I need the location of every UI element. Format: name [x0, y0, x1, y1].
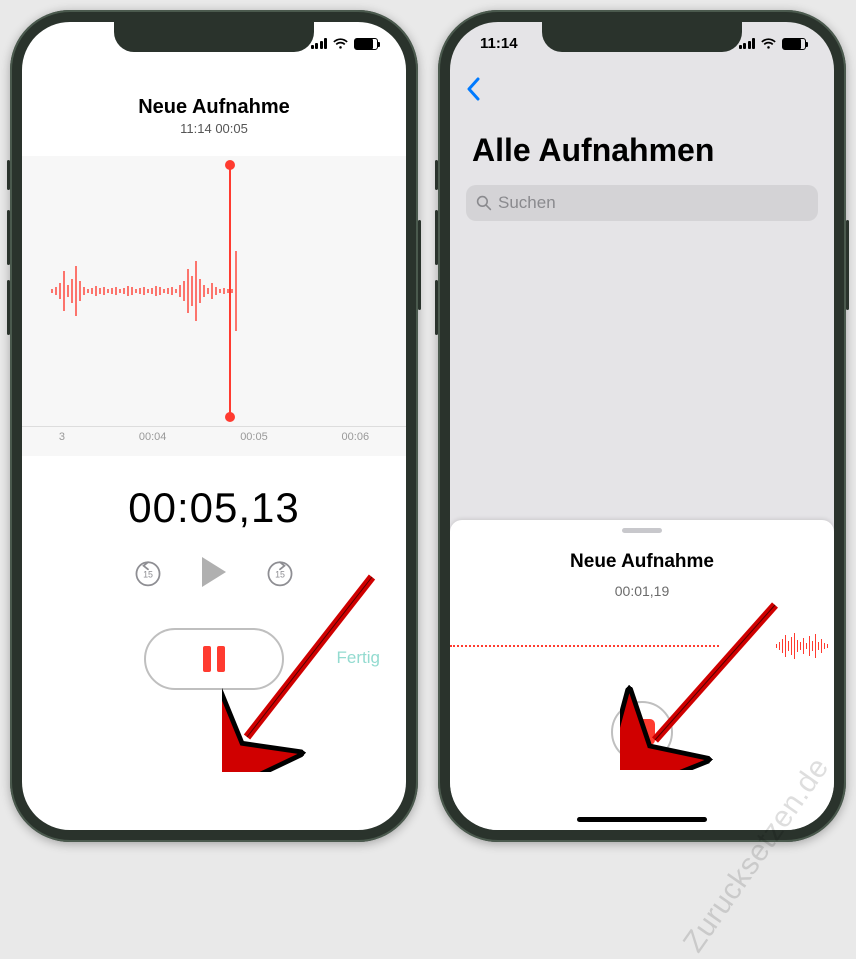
- play-button[interactable]: [202, 557, 226, 587]
- sheet-grabber[interactable]: [622, 528, 662, 533]
- wifi-icon: [332, 38, 349, 50]
- back-button[interactable]: [466, 76, 480, 108]
- sheet-recording-title: Neue Aufnahme: [570, 551, 714, 573]
- recording-title: Neue Aufnahme: [22, 96, 406, 119]
- skip-back-label: 15: [143, 569, 153, 579]
- battery-icon: [782, 38, 806, 50]
- notch: [114, 22, 314, 52]
- tick: 00:05: [240, 431, 268, 443]
- playhead[interactable]: [229, 164, 231, 418]
- done-button[interactable]: Fertig: [337, 648, 380, 668]
- search-icon: [476, 195, 492, 211]
- search-placeholder: Suchen: [498, 193, 556, 213]
- page-title: Alle Aufnahmen: [450, 102, 834, 179]
- search-input[interactable]: Suchen: [466, 185, 818, 221]
- cellular-icon: [739, 38, 756, 49]
- notch: [542, 22, 742, 52]
- timeline-ruler: 3 00:04 00:05 00:06: [22, 426, 406, 456]
- wifi-icon: [760, 38, 777, 50]
- phone-left: Neue Aufnahme 11:14 00:05: [10, 10, 418, 842]
- battery-icon: [354, 38, 378, 50]
- waveform-area[interactable]: 3 00:04 00:05 00:06: [22, 156, 406, 456]
- pause-button[interactable]: [144, 628, 284, 690]
- skip-back-button[interactable]: 15: [132, 556, 164, 588]
- screen-recording-detail: Neue Aufnahme 11:14 00:05: [22, 22, 406, 830]
- tick: 3: [59, 431, 65, 443]
- recording-subtitle: 11:14 00:05: [22, 121, 406, 136]
- tick: 00:06: [342, 431, 370, 443]
- pause-icon: [203, 646, 225, 672]
- phone-right: 11:14 Alle Aufnahmen Suchen Neue Aufnahm…: [438, 10, 846, 842]
- recording-bottom-sheet[interactable]: Neue Aufnahme 00:01,19: [450, 520, 834, 830]
- tick: 00:04: [139, 431, 167, 443]
- screen-recordings-list: 11:14 Alle Aufnahmen Suchen Neue Aufnahm…: [450, 22, 834, 830]
- skip-fwd-label: 15: [275, 569, 285, 579]
- skip-forward-button[interactable]: 15: [264, 556, 296, 588]
- mini-waveform: [450, 621, 834, 671]
- status-time: 11:14: [480, 35, 540, 52]
- waveform-icon: [22, 241, 406, 341]
- stop-button[interactable]: [611, 701, 673, 763]
- stop-icon: [629, 719, 655, 745]
- sheet-elapsed: 00:01,19: [615, 583, 670, 599]
- elapsed-counter: 00:05,13: [22, 484, 406, 532]
- chevron-left-icon: [466, 77, 480, 101]
- cellular-icon: [311, 38, 328, 49]
- home-indicator[interactable]: [577, 817, 707, 822]
